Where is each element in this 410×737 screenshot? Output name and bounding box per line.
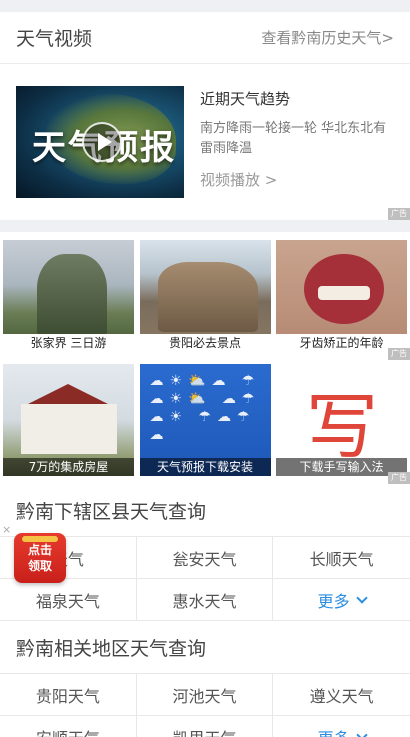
chevron-down-icon <box>356 591 368 604</box>
video-play-link[interactable]: 视频播放 > <box>200 169 390 190</box>
related-grid: 贵阳天气 河池天气 遵义天气 安顺天气 凯里天气 更多 <box>0 673 410 737</box>
city-link[interactable]: 安顺天气 <box>0 716 137 737</box>
city-link[interactable]: 惠水天气 <box>136 579 274 621</box>
video-card: 天气视频 查看黔南历史天气> 天气预报 近期天气趋势 南方降雨一轮接一轮 华北东… <box>0 12 410 220</box>
video-section-title: 天气视频 <box>16 28 93 50</box>
ad-handwriting-input[interactable]: 写 下载手写输入法 <box>276 364 407 476</box>
more-related-button[interactable]: 更多 <box>273 716 410 737</box>
badge-line-1: 点击 <box>27 543 52 557</box>
ad-caption: 天气预报下载安装 <box>139 458 271 476</box>
city-link[interactable]: 长顺天气 <box>273 537 410 579</box>
ad-label: 广告 <box>388 348 410 360</box>
city-link[interactable]: 福泉天气 <box>0 579 137 621</box>
county-section-title: 黔南下辖区县天气查询 <box>0 484 410 536</box>
more-label: 更多 <box>317 591 350 611</box>
close-icon[interactable]: × <box>2 523 11 536</box>
ad-caption: 张家界 三日游 <box>3 334 134 352</box>
ad-weather-app[interactable]: ☁☀⛅☁ ☂☁☀⛅ ☁☂☁☀ ☂☁☂☁ 天气预报下载安装 <box>139 364 271 476</box>
mountain-image <box>37 254 107 340</box>
video-header: 天气视频 查看黔南历史天气> <box>0 12 410 64</box>
ad-row-2: 7万的集成房屋 ☁☀⛅☁ ☂☁☀⛅ ☁☂☁☀ ☂☁☂☁ 天气预报下载安装 写 下… <box>0 360 410 484</box>
house-roof-image <box>24 384 112 406</box>
ad-label: 广告 <box>388 472 410 484</box>
feature-title[interactable]: 近期天气趋势 <box>200 88 390 109</box>
city-link[interactable]: 贵阳天气 <box>0 674 137 716</box>
ad-zhangjiajie[interactable]: 张家界 三日游 <box>3 240 134 352</box>
related-section-title: 黔南相关地区天气查询 <box>0 621 410 673</box>
ad-label: 广告 <box>388 208 410 220</box>
chevron-down-icon <box>356 728 368 737</box>
ad-caption: 贵阳必去景点 <box>139 334 271 352</box>
ad-caption: 7万的集成房屋 <box>3 458 134 476</box>
ad-row-1: 张家界 三日游 贵阳必去景点 牙齿矫正的年龄 广告 <box>0 232 410 360</box>
city-link[interactable]: 凯里天气 <box>137 716 274 737</box>
city-link[interactable]: 瓮安天气 <box>136 537 274 579</box>
video-thumbnail[interactable]: 天气预报 <box>16 86 184 198</box>
feature-text: 近期天气趋势 南方降雨一轮接一轮 华北东北有雷雨降温 视频播放 > <box>200 86 390 220</box>
feature-description: 南方降雨一轮接一轮 华北东北有雷雨降温 <box>200 121 387 156</box>
weather-icons-image: ☁☀⛅☁ ☂☁☀⛅ ☁☂☁☀ ☂☁☂☁ <box>149 373 261 443</box>
cliff-image <box>157 262 258 332</box>
badge-line-2: 领取 <box>27 559 52 573</box>
ad-guiyang-spots[interactable]: 贵阳必去景点 <box>139 240 271 352</box>
history-weather-link[interactable]: 查看黔南历史天气> <box>261 27 394 48</box>
city-link[interactable]: 河池天气 <box>136 674 274 716</box>
ad-prefab-house[interactable]: 7万的集成房屋 <box>3 364 134 476</box>
teeth-image <box>318 286 370 300</box>
section-gap <box>0 220 410 232</box>
claim-reward-badge[interactable]: 点击 领取 <box>14 533 66 583</box>
top-gap <box>0 0 410 12</box>
city-link[interactable]: 遵义天气 <box>273 674 410 716</box>
play-icon[interactable] <box>82 122 122 162</box>
house-wall-image <box>21 404 117 454</box>
ad-orthodontics[interactable]: 牙齿矫正的年龄 <box>276 240 407 352</box>
more-label: 更多 <box>318 725 350 737</box>
video-feature[interactable]: 天气预报 近期天气趋势 南方降雨一轮接一轮 华北东北有雷雨降温 视频播放 > 广… <box>0 64 410 220</box>
more-counties-button[interactable]: 更多 <box>273 579 410 621</box>
